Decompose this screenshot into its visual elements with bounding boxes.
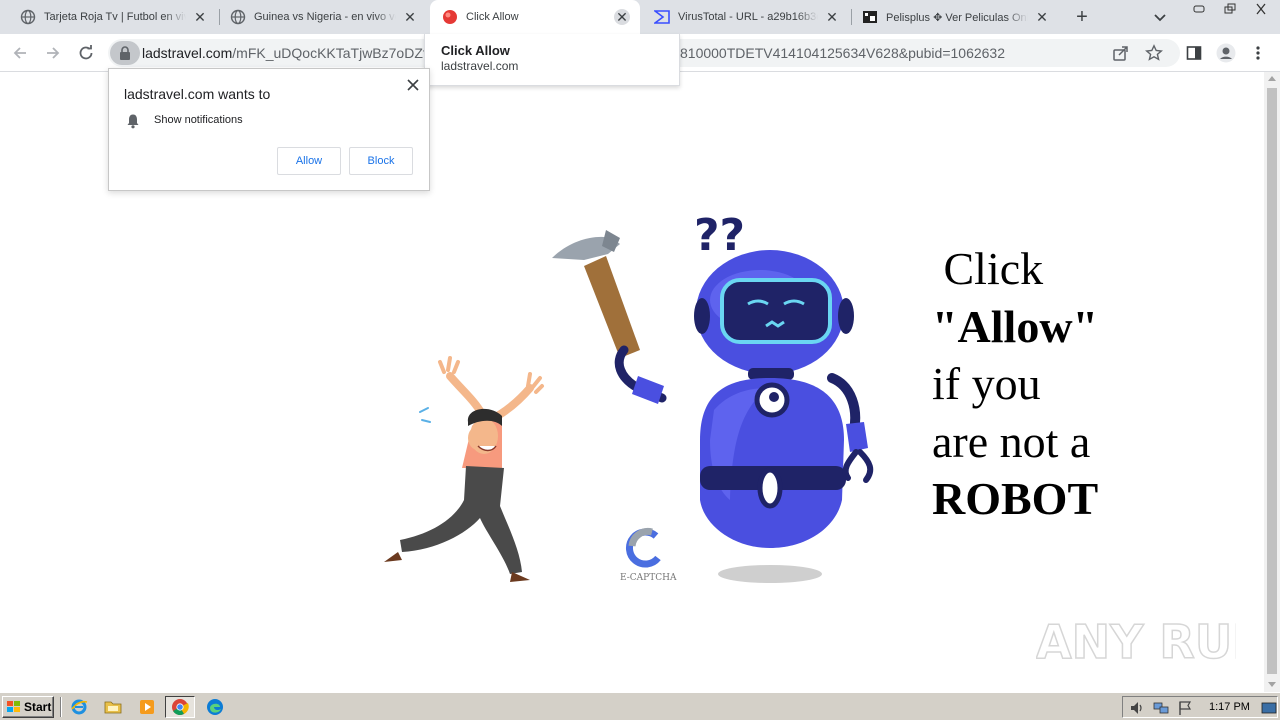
forward-button[interactable] bbox=[41, 41, 65, 65]
kebab-menu-icon bbox=[1256, 46, 1260, 60]
internet-explorer-icon[interactable] bbox=[70, 698, 88, 716]
tab-close-icon[interactable]: ✕ bbox=[402, 9, 418, 25]
reload-icon bbox=[79, 45, 93, 60]
system-tray: 1:17 PM bbox=[1122, 696, 1278, 718]
flag-icon[interactable] bbox=[1177, 700, 1193, 716]
close-window-button[interactable] bbox=[1245, 0, 1276, 18]
block-button[interactable]: Block bbox=[349, 147, 413, 175]
menu-button[interactable] bbox=[1248, 43, 1268, 63]
tab-title: Tarjeta Roja Tv | Futbol en vivo bbox=[44, 11, 186, 23]
message-line-allow: "Allow" bbox=[932, 300, 1099, 352]
windows-taskbar: Start 1:17 PM bbox=[0, 692, 1280, 720]
windows-logo-icon bbox=[7, 701, 20, 712]
tab-close-icon[interactable]: ✕ bbox=[192, 9, 208, 25]
restore-button[interactable] bbox=[1215, 0, 1246, 18]
tab-title: VirusTotal - URL - a29b16b3d3 bbox=[678, 11, 818, 23]
restore-icon bbox=[1224, 3, 1236, 14]
taskbar-separator bbox=[60, 697, 62, 717]
tab-guinea-nigeria[interactable]: Guinea vs Nigeria - en vivo ver ✕ bbox=[210, 0, 428, 34]
side-panel-button[interactable] bbox=[1184, 43, 1204, 63]
url-text-tail: 810000TDETV414104125634V628&pubid=106263… bbox=[680, 45, 1006, 61]
hover-card-host: ladstravel.com bbox=[441, 59, 519, 73]
edge-icon[interactable] bbox=[206, 698, 224, 716]
message-line: if you bbox=[932, 358, 1041, 409]
tab-virustotal[interactable]: VirusTotal - URL - a29b16b3d3 ✕ bbox=[642, 0, 850, 34]
tab-click-allow[interactable]: Click Allow ✕ bbox=[430, 0, 640, 34]
bell-icon bbox=[127, 114, 139, 129]
tab-close-icon[interactable]: ✕ bbox=[1034, 9, 1050, 25]
allow-button[interactable]: Allow bbox=[277, 147, 341, 175]
url-host: ladstravel.com bbox=[142, 45, 233, 61]
arrow-right-icon bbox=[47, 47, 60, 59]
chrome-icon bbox=[172, 699, 189, 715]
start-label: Start bbox=[24, 700, 52, 714]
close-icon[interactable] bbox=[405, 77, 421, 93]
folder-icon[interactable] bbox=[104, 698, 122, 716]
url-path: /mFK_uDQocKKTaTjwBz7oDZfR bbox=[232, 45, 437, 61]
new-tab-button[interactable]: + bbox=[1072, 7, 1092, 27]
arrow-left-icon bbox=[13, 47, 26, 59]
notification-permission-dialog: ladstravel.com wants to Show notificatio… bbox=[108, 68, 430, 191]
captcha-logo-icon bbox=[625, 528, 661, 568]
side-panel-icon bbox=[1186, 46, 1202, 60]
clapper-icon bbox=[863, 11, 877, 23]
hammer-icon bbox=[552, 230, 640, 358]
scroll-up-icon[interactable] bbox=[1268, 76, 1276, 81]
star-icon[interactable] bbox=[1145, 44, 1163, 62]
volume-icon[interactable] bbox=[1129, 700, 1145, 716]
watermark-text: ANY RUN bbox=[1036, 615, 1236, 669]
profile-button[interactable] bbox=[1216, 43, 1236, 63]
show-desktop-icon[interactable] bbox=[1261, 700, 1277, 716]
tab-close-icon[interactable]: ✕ bbox=[614, 9, 630, 25]
media-player-icon[interactable] bbox=[138, 698, 156, 716]
permission-title: ladstravel.com wants to bbox=[124, 86, 271, 102]
tab-tarjeta-roja[interactable]: Tarjeta Roja Tv | Futbol en vivo ✕ bbox=[0, 0, 218, 34]
scrollbar-thumb[interactable] bbox=[1267, 88, 1277, 674]
scroll-down-icon[interactable] bbox=[1268, 682, 1276, 687]
question-marks: ?? bbox=[694, 210, 745, 261]
globe-icon bbox=[20, 9, 36, 25]
virustotal-icon bbox=[654, 10, 670, 24]
tab-title: Pelisplus ✥ Ver Peliculas Online bbox=[886, 11, 1028, 24]
tab-strip: Tarjeta Roja Tv | Futbol en vivo ✕ Guine… bbox=[0, 0, 1280, 34]
globe-icon bbox=[230, 9, 246, 25]
close-icon bbox=[1256, 3, 1266, 15]
robot-body bbox=[700, 378, 846, 548]
robot-shadow bbox=[718, 565, 822, 583]
chrome-taskbar-button[interactable] bbox=[165, 696, 195, 718]
window-controls bbox=[1184, 0, 1276, 18]
hover-card-title: Click Allow bbox=[441, 43, 510, 58]
chevron-down-icon[interactable] bbox=[1152, 9, 1168, 25]
network-icon[interactable] bbox=[1153, 700, 1169, 716]
robot-head bbox=[694, 250, 854, 374]
site-info-button[interactable] bbox=[110, 41, 140, 65]
permission-item: Show notifications bbox=[154, 114, 243, 126]
taskbar-clock: 1:17 PM bbox=[1209, 701, 1250, 713]
reload-button[interactable] bbox=[74, 41, 98, 65]
lock-icon bbox=[120, 46, 130, 60]
tab-title: Click Allow bbox=[466, 11, 519, 23]
minimize-button[interactable] bbox=[1184, 0, 1215, 18]
avatar-icon bbox=[1216, 43, 1236, 63]
back-button[interactable] bbox=[8, 41, 32, 65]
message-line: are not a bbox=[932, 415, 1091, 467]
red-circle-icon bbox=[443, 10, 457, 24]
start-button[interactable]: Start bbox=[2, 696, 54, 718]
robot-illustration: ?? E-CAPTCHA bbox=[384, 210, 874, 583]
tab-hover-card: Click Allow ladstravel.com bbox=[424, 34, 680, 86]
tab-title: Guinea vs Nigeria - en vivo ver bbox=[254, 11, 396, 23]
anyrun-watermark: ANY RUN bbox=[1036, 614, 1236, 670]
robot-message: Click "Allow" if you are not a ROBOT bbox=[932, 240, 1098, 528]
message-line-robot: ROBOT bbox=[932, 473, 1099, 524]
share-icon[interactable] bbox=[1112, 44, 1130, 62]
message-line: Click bbox=[932, 243, 1044, 294]
url-text: ladstravel.com/mFK_uDQocKKTaTjwBz7oDZfR bbox=[142, 45, 437, 61]
page-scrollbar[interactable] bbox=[1264, 72, 1280, 692]
tab-pelisplus[interactable]: Pelisplus ✥ Ver Peliculas Online ✕ bbox=[852, 0, 1060, 34]
running-man bbox=[384, 356, 544, 582]
captcha-label: E-CAPTCHA bbox=[620, 573, 677, 583]
minimize-icon bbox=[1193, 5, 1205, 13]
tab-close-icon[interactable]: ✕ bbox=[824, 9, 840, 25]
